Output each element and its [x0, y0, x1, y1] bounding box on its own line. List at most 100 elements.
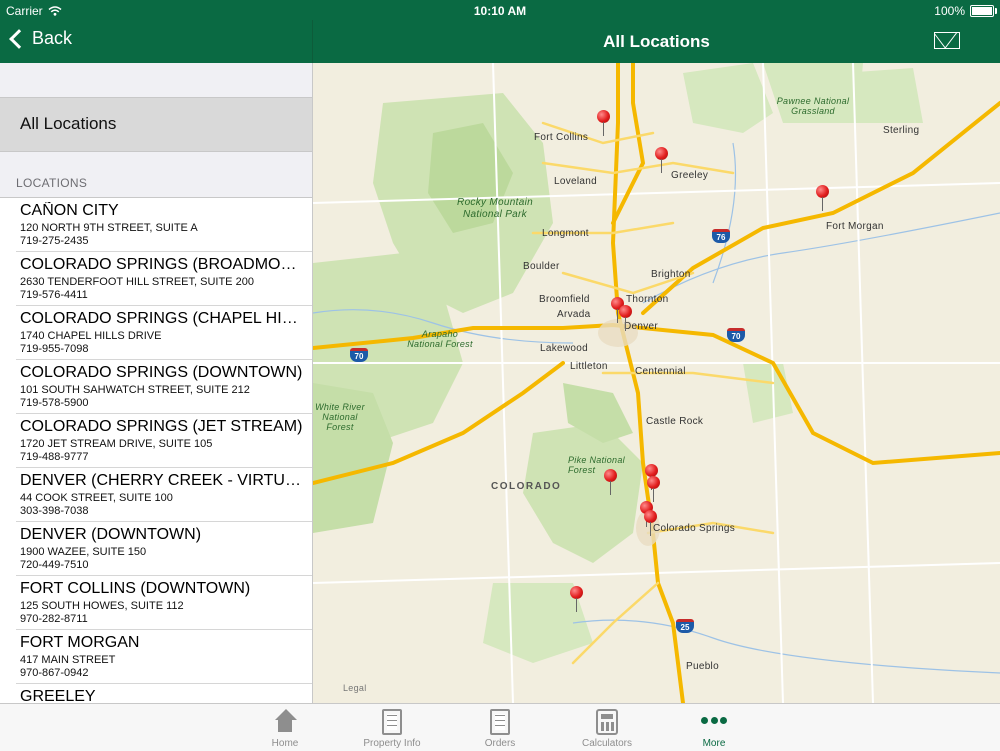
map-label-fort-collins: Fort Collins: [534, 132, 589, 143]
map-label-rocky-mountain: Rocky Mountain National Park: [457, 197, 533, 220]
list-item[interactable]: FORT COLLINS (DOWNTOWN) 125 SOUTH HOWES,…: [16, 576, 312, 630]
map-pin-denver-cherry-creek[interactable]: [619, 305, 632, 331]
map-label-colorado-springs: Colorado Springs: [653, 523, 736, 534]
map-legal-link[interactable]: Legal: [343, 683, 367, 693]
map-pin-fort-morgan[interactable]: [816, 185, 829, 211]
orders-icon: [490, 709, 510, 735]
list-item[interactable]: COLORADO SPRINGS (DOWNTOWN) 101 SOUTH SA…: [16, 360, 312, 414]
tab-property-info[interactable]: Property Info: [338, 704, 446, 751]
list-item[interactable]: COLORADO SPRINGS (CHAPEL HILLS) 1740 CHA…: [16, 306, 312, 360]
map-label-castle-rock: Castle Rock: [646, 416, 704, 427]
sidebar-nav-bar: Back: [0, 20, 313, 63]
battery-indicator: 100%: [934, 4, 997, 18]
tab-label: More: [702, 738, 726, 749]
location-address: 1720 JET STREAM DRIVE, SUITE 105: [20, 438, 213, 450]
list-item[interactable]: CAÑON CITY 120 NORTH 9TH STREET, SUITE A…: [16, 198, 312, 252]
location-address: 417 MAIN STREET: [20, 654, 116, 666]
mail-icon[interactable]: [934, 32, 960, 49]
map-label-colorado: COLORADO: [491, 481, 562, 492]
map-view[interactable]: Fort Collins Greeley Loveland Longmont B…: [313, 63, 1000, 703]
map-label-centennial: Centennial: [635, 366, 686, 377]
tab-label: Home: [271, 738, 299, 749]
location-name: FORT MORGAN: [20, 634, 140, 651]
tab-label: Property Info: [363, 738, 421, 749]
map-label-arvada: Arvada: [557, 309, 591, 320]
list-item[interactable]: DENVER (DOWNTOWN) 1900 WAZEE, SUITE 150 …: [16, 522, 312, 576]
section-header: LOCATIONS: [16, 176, 88, 190]
status-time: 10:10 AM: [473, 4, 527, 18]
location-address: 120 NORTH 9TH STREET, SUITE A: [20, 222, 198, 234]
map-pin-greeley[interactable]: [655, 147, 668, 173]
map-pin-fort-collins[interactable]: [597, 110, 610, 136]
map-pin-colorado-springs-jet-stream[interactable]: [647, 476, 660, 502]
map-nav-bar: All Locations: [313, 20, 1000, 63]
location-address: 2630 TENDERFOOT HILL STREET, SUITE 200: [20, 276, 254, 288]
document-icon: [382, 709, 402, 735]
location-phone: 303-398-7038: [20, 505, 89, 517]
map-label-lakewood: Lakewood: [540, 343, 588, 354]
location-phone: 970-867-0942: [20, 667, 89, 679]
location-phone: 719-955-7098: [20, 343, 89, 355]
back-label: Back: [32, 28, 73, 48]
tab-label: Orders: [484, 738, 516, 749]
interstate-70-west-shield: 70: [350, 348, 368, 362]
tab-home[interactable]: Home: [231, 704, 339, 751]
map-pin-colorado-springs-chapel-hills[interactable]: [645, 464, 658, 490]
list-item[interactable]: COLORADO SPRINGS (JET STREAM) 1720 JET S…: [16, 414, 312, 468]
tab-bar: Home Property Info Orders Calculators Mo…: [0, 703, 1000, 751]
back-button[interactable]: Back: [8, 28, 72, 49]
location-name: FORT COLLINS (DOWNTOWN): [20, 580, 251, 597]
location-phone: 719-275-2435: [20, 235, 89, 247]
location-phone: 970-282-8711: [20, 613, 88, 625]
sidebar-item-all-locations[interactable]: All Locations: [0, 97, 312, 152]
location-name: CAÑON CITY: [20, 202, 119, 219]
interstate-76-shield: 76: [712, 229, 730, 243]
map-label-arapaho: Arapaho National Forest: [407, 329, 473, 349]
location-name: DENVER (CHERRY CREEK - VIRTUAL): [20, 472, 305, 489]
location-name: COLORADO SPRINGS (JET STREAM): [20, 418, 303, 435]
tab-calculators[interactable]: Calculators: [553, 704, 661, 751]
map-pin-canon-city[interactable]: [570, 586, 583, 612]
map-background: [313, 63, 1000, 703]
all-locations-label: All Locations: [20, 114, 117, 133]
map-label-white-river: White River National Forest: [315, 402, 365, 432]
more-dots-icon: [701, 717, 727, 727]
map-label-brighton: Brighton: [651, 269, 691, 280]
list-item[interactable]: DENVER (CHERRY CREEK - VIRTUAL) 44 COOK …: [16, 468, 312, 522]
list-item[interactable]: GREELEY: [16, 684, 312, 703]
battery-icon: [970, 5, 997, 17]
location-name: DENVER (DOWNTOWN): [20, 526, 202, 543]
sidebar: All Locations LOCATIONS CAÑON CITY 120 N…: [0, 63, 313, 703]
map-label-fort-morgan: Fort Morgan: [826, 221, 884, 232]
map-label-denver: Denver: [624, 321, 659, 332]
map-label-boulder: Boulder: [523, 261, 560, 272]
map-label-greeley: Greeley: [671, 170, 709, 181]
location-name: COLORADO SPRINGS (BROADMOOR): [20, 256, 305, 273]
chevron-left-icon: [9, 28, 29, 49]
location-name: COLORADO SPRINGS (DOWNTOWN): [20, 364, 303, 381]
tab-orders[interactable]: Orders: [446, 704, 554, 751]
map-pin-colorado-springs-broadmoor[interactable]: [604, 469, 617, 495]
location-phone: 719-576-4411: [20, 289, 88, 301]
location-address: 101 SOUTH SAHWATCH STREET, SUITE 212: [20, 384, 250, 396]
location-phone: 719-578-5900: [20, 397, 89, 409]
calculator-icon: [596, 709, 618, 735]
location-address: 1900 WAZEE, SUITE 150: [20, 546, 147, 558]
tab-label: Calculators: [581, 738, 633, 749]
map-pin-colorado-springs-south[interactable]: [644, 510, 657, 536]
page-title: All Locations: [603, 32, 710, 51]
location-address: 125 SOUTH HOWES, SUITE 112: [20, 600, 184, 612]
status-bar: Carrier 10:10 AM 100%: [0, 0, 1000, 20]
location-address: 44 COOK STREET, SUITE 100: [20, 492, 173, 504]
location-address: 1740 CHAPEL HILLS DRIVE: [20, 330, 162, 342]
location-phone: 720-449-7510: [20, 559, 89, 571]
location-phone: 719-488-9777: [20, 451, 89, 463]
interstate-25-shield: 25: [676, 619, 694, 633]
list-item[interactable]: FORT MORGAN 417 MAIN STREET 970-867-0942: [16, 630, 312, 684]
interstate-70-east-shield: 70: [727, 328, 745, 342]
map-label-pueblo: Pueblo: [686, 661, 719, 672]
map-label-sterling: Sterling: [883, 125, 920, 136]
list-item[interactable]: COLORADO SPRINGS (BROADMOOR) 2630 TENDER…: [16, 252, 312, 306]
location-name: COLORADO SPRINGS (CHAPEL HILLS): [20, 310, 305, 327]
tab-more[interactable]: More: [660, 704, 768, 751]
